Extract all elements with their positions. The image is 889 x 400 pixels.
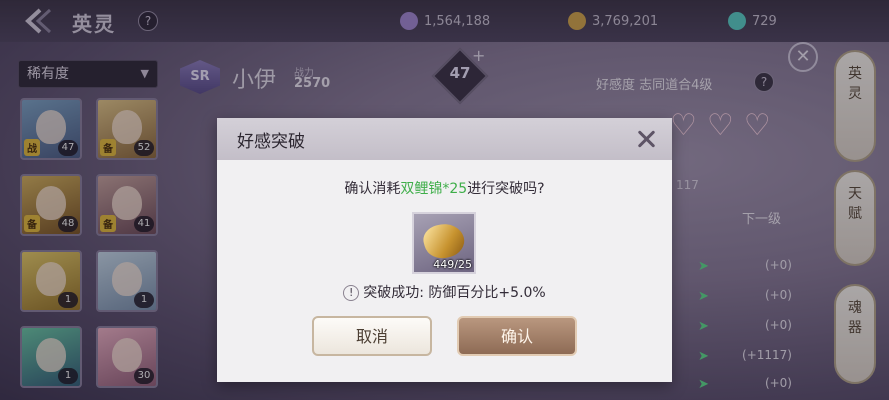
dialog-title: 好感突破 <box>237 132 305 152</box>
item-name: 双鲤锦*25 <box>400 181 468 197</box>
confirm-prefix: 确认消耗 <box>344 181 401 197</box>
breakthrough-dialog: 好感突破 确认消耗双鲤锦*25进行突破吗? 449/25 ! 突破成功: 防御百分… <box>217 118 672 382</box>
confirm-suffix: 进行突破吗? <box>467 181 545 197</box>
confirm-message: 确认消耗双鲤锦*25进行突破吗? <box>217 178 672 198</box>
confirm-button[interactable]: 确认 <box>457 316 577 356</box>
success-text: 突破成功: 防御百分比+5.0% <box>363 285 546 301</box>
exclamation-icon: ! <box>343 285 360 301</box>
close-icon[interactable] <box>631 124 661 154</box>
item-count: 449/25 <box>433 258 472 271</box>
success-effect: ! 突破成功: 防御百分比+5.0% <box>217 282 672 302</box>
carp-brocade-item-icon <box>420 219 468 263</box>
cancel-button[interactable]: 取消 <box>312 316 432 356</box>
item-slot[interactable]: 449/25 <box>412 212 476 274</box>
dialog-header: 好感突破 <box>217 118 672 160</box>
